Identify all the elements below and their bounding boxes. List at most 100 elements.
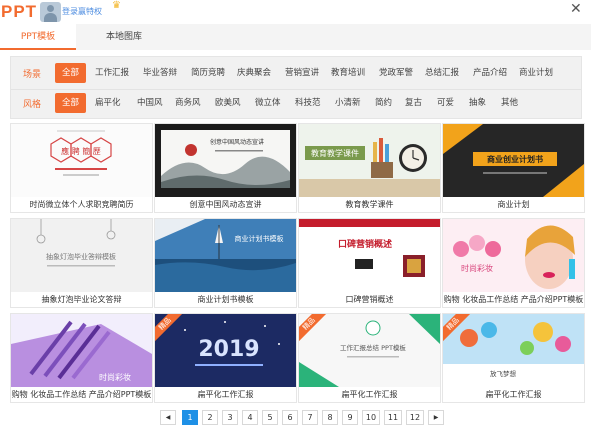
style-option[interactable]: 小清新 xyxy=(335,93,361,113)
scene-option[interactable]: 总结汇报 xyxy=(425,63,459,83)
thumb-title: 2019 xyxy=(198,337,259,362)
scene-option[interactable]: 毕业答辩 xyxy=(143,63,177,83)
template-caption: 时尚微立体个人求职竞聘简历 xyxy=(29,200,134,209)
template-card[interactable]: 商业计划书模板 商业计划书模板 xyxy=(154,218,297,308)
template-thumbnail: 抽象灯泡毕业答辩模板 xyxy=(11,219,152,292)
premium-tag: 精品 xyxy=(155,314,183,342)
filter-divider xyxy=(11,89,581,90)
style-option[interactable]: 抽象 xyxy=(469,93,486,113)
scene-option[interactable]: 产品介绍 xyxy=(473,63,507,83)
scene-option-all[interactable]: 全部 xyxy=(55,63,86,83)
template-thumbnail: 时尚彩妆 xyxy=(443,219,584,292)
thumb-title: 时尚彩妆 xyxy=(99,372,131,382)
template-card[interactable]: 放飞梦想 精品 扁平化工作汇报 xyxy=(442,313,585,403)
template-thumbnail: 商业创业计划书 xyxy=(443,124,584,197)
page-button[interactable]: 8 xyxy=(322,410,338,425)
style-option[interactable]: 商务风 xyxy=(175,93,201,113)
style-option[interactable]: 简约 xyxy=(375,93,392,113)
login-link[interactable]: 登录赢特权 xyxy=(62,6,102,17)
premium-tag-label: 精品 xyxy=(443,314,471,342)
page-button[interactable]: 12 xyxy=(406,410,424,425)
close-icon[interactable]: ✕ xyxy=(570,2,582,16)
template-caption: 扁平化工作汇报 xyxy=(197,390,254,399)
template-caption: 扁平化工作汇报 xyxy=(485,390,542,399)
style-filter-row: 风格 全部 扁平化 中国风 商务风 欧美风 微立体 科技范 小清新 简约 复古 … xyxy=(11,89,581,118)
template-thumbnail: 2019 精品 xyxy=(155,314,296,387)
app-logo: PPT xyxy=(1,2,38,21)
page-button-current[interactable]: 1 xyxy=(182,410,198,425)
ppt-template-window: PPT 登录赢特权 ♛ ✕ PPT模板 本地图库 场景 全部 工作汇报 毕业答辩… xyxy=(0,0,591,432)
scene-option[interactable]: 教育培训 xyxy=(331,63,365,83)
thumb-title: 工作汇报总结 PPT模板 xyxy=(340,343,406,352)
template-card[interactable]: 创意中国风动态宣讲 创意中国风动态宣讲 xyxy=(154,123,297,213)
thumb-title: 时尚彩妆 xyxy=(461,263,493,273)
template-thumbnail: 商业计划书模板 xyxy=(155,219,296,292)
style-option[interactable]: 中国风 xyxy=(137,93,163,113)
thumb-title: 放飞梦想 xyxy=(490,369,517,378)
scene-option[interactable]: 党政军警 xyxy=(379,63,413,83)
page-button[interactable]: 11 xyxy=(384,410,402,425)
title-bar: PPT 登录赢特权 ♛ ✕ xyxy=(0,0,591,24)
thumb-title: 商业计划书模板 xyxy=(235,234,284,243)
template-caption: 购物 化妆品工作总结 产品介绍PPT模板 xyxy=(443,295,584,304)
template-thumbnail: 放飞梦想 精品 xyxy=(443,314,584,387)
thumb-title: 口碑营销概述 xyxy=(338,238,392,250)
style-option[interactable]: 欧美风 xyxy=(215,93,241,113)
scene-option[interactable]: 营销宣讲 xyxy=(285,63,319,83)
template-thumbnail: 應 聘 簡 歷 xyxy=(11,124,152,197)
template-caption: 口碑营销概述 xyxy=(345,295,394,304)
template-thumbnail: 教育教学课件 xyxy=(299,124,440,197)
template-card[interactable]: 工作汇报总结 PPT模板 精品 扁平化工作汇报 xyxy=(298,313,441,403)
template-card[interactable]: 商业创业计划书 商业计划 xyxy=(442,123,585,213)
template-card[interactable]: 應 聘 簡 歷 时尚微立体个人求职竞聘简历 xyxy=(10,123,153,213)
style-option[interactable]: 其他 xyxy=(501,93,518,113)
tab-bar: PPT模板 本地图库 xyxy=(0,24,591,50)
scene-filter-label: 场景 xyxy=(23,70,42,80)
page-button[interactable]: 9 xyxy=(342,410,358,425)
user-avatar-icon[interactable] xyxy=(40,2,61,22)
template-caption: 扁平化工作汇报 xyxy=(341,390,398,399)
scene-option[interactable]: 简历竞聘 xyxy=(191,63,225,83)
style-option[interactable]: 扁平化 xyxy=(95,93,121,113)
template-thumbnail: 口碑营销概述 xyxy=(299,219,440,292)
scene-filter-row: 场景 全部 工作汇报 毕业答辩 简历竞聘 庆典聚会 营销宣讲 教育培训 党政军警… xyxy=(11,59,581,88)
page-button[interactable]: 5 xyxy=(262,410,278,425)
next-page-button[interactable]: ▶ xyxy=(428,410,444,425)
template-caption: 商业计划书模板 xyxy=(197,295,254,304)
page-button[interactable]: 7 xyxy=(302,410,318,425)
template-card[interactable]: 口碑营销概述 口碑营销概述 xyxy=(298,218,441,308)
template-card[interactable]: 时尚彩妆 购物 化妆品工作总结 产品介绍PPT模板 xyxy=(442,218,585,308)
thumb-title: 创意中国风动态宣讲 xyxy=(210,138,264,146)
page-button[interactable]: 10 xyxy=(362,410,380,425)
crown-icon: ♛ xyxy=(112,0,121,11)
template-caption: 抽象灯泡毕业论文答辩 xyxy=(41,295,122,304)
template-caption: 创意中国风动态宣讲 xyxy=(189,200,262,209)
template-card[interactable]: 时尚彩妆 购物 化妆品工作总结 产品介绍PPT模板 xyxy=(10,313,153,403)
template-card[interactable]: 抽象灯泡毕业答辩模板 抽象灯泡毕业论文答辩 xyxy=(10,218,153,308)
template-caption: 购物 化妆品工作总结 产品介绍PPT模板 xyxy=(11,390,152,399)
scene-option[interactable]: 商业计划 xyxy=(519,63,553,83)
prev-page-button[interactable]: ◀ xyxy=(160,410,176,425)
tab-ppt-templates[interactable]: PPT模板 xyxy=(0,24,76,50)
page-button[interactable]: 3 xyxy=(222,410,238,425)
style-option[interactable]: 微立体 xyxy=(255,93,281,113)
style-option[interactable]: 科技范 xyxy=(295,93,321,113)
template-caption: 商业计划 xyxy=(497,200,530,209)
page-button[interactable]: 2 xyxy=(202,410,218,425)
page-button[interactable]: 6 xyxy=(282,410,298,425)
thumb-title: 抽象灯泡毕业答辩模板 xyxy=(46,252,116,261)
premium-tag-label: 精品 xyxy=(155,314,183,342)
page-button[interactable]: 4 xyxy=(242,410,258,425)
style-option[interactable]: 可爱 xyxy=(437,93,454,113)
scene-option[interactable]: 工作汇报 xyxy=(95,63,129,83)
thumb-title: 商业创业计划书 xyxy=(487,154,543,164)
style-option[interactable]: 复古 xyxy=(405,93,422,113)
style-option-all[interactable]: 全部 xyxy=(55,93,86,113)
tab-local-gallery[interactable]: 本地图库 xyxy=(86,24,162,50)
template-card[interactable]: 教育教学课件 教育教学课件 xyxy=(298,123,441,213)
scene-option[interactable]: 庆典聚会 xyxy=(237,63,271,83)
filter-panel: 场景 全部 工作汇报 毕业答辩 简历竞聘 庆典聚会 营销宣讲 教育培训 党政军警… xyxy=(10,56,582,119)
thumb-title: 教育教学课件 xyxy=(311,148,359,158)
template-caption: 教育教学课件 xyxy=(345,200,394,209)
template-card[interactable]: 2019 精品 扁平化工作汇报 xyxy=(154,313,297,403)
